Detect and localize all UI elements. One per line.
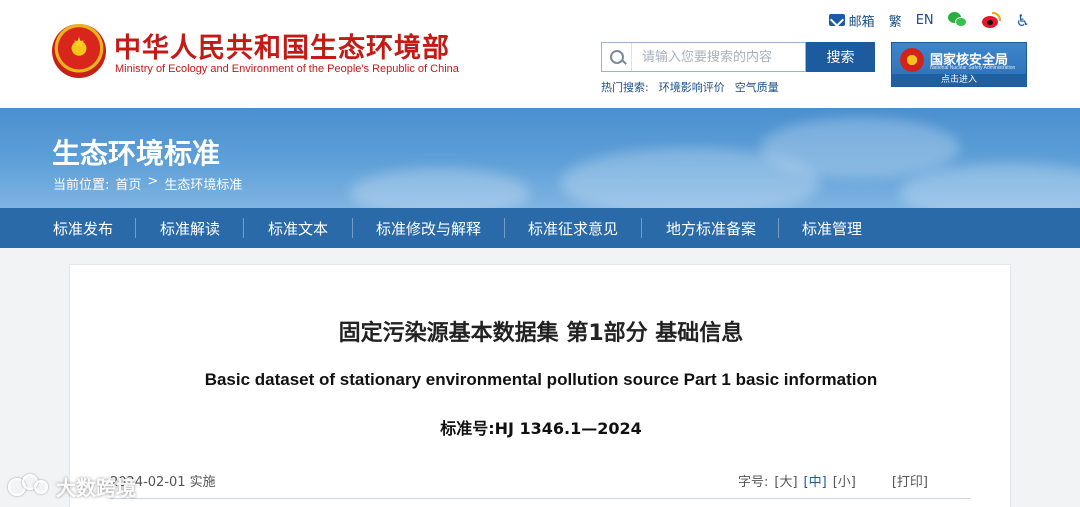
nav-item-local-filing[interactable]: 地方标准备案	[666, 208, 756, 248]
search-icon	[602, 43, 632, 71]
nav-item-management[interactable]: 标准管理	[802, 208, 862, 248]
hot-search: 热门搜索: 环境影响评价 空气质量	[601, 79, 779, 95]
nsa-emblem-icon	[900, 48, 924, 72]
breadcrumb-separator: >	[147, 174, 159, 189]
section-title: 生态环境标准	[52, 137, 221, 170]
standard-number: 标准号:HJ 1346.1—2024	[440, 419, 642, 438]
english-link[interactable]: EN	[916, 13, 934, 28]
accessibility-icon[interactable]: ♿	[1016, 11, 1030, 30]
breadcrumb-current[interactable]: 生态环境标准	[164, 174, 242, 193]
nav-item-amendments[interactable]: 标准修改与解释	[376, 208, 481, 248]
search-button[interactable]: 搜索	[806, 42, 875, 72]
watermark-logo-icon	[8, 473, 50, 500]
main-nav: 标准发布 标准解读 标准文本 标准修改与解释 标准征求意见 地方标准备案 标准管…	[0, 208, 1080, 248]
nav-item-consultation[interactable]: 标准征求意见	[528, 208, 618, 248]
nsa-subtitle: National Nuclear Safety Administration	[930, 65, 1016, 71]
divider	[110, 498, 970, 499]
breadcrumb: 当前位置: 首页 > 生态环境标准	[53, 174, 242, 193]
site-title[interactable]: 中华人民共和国生态环境部	[114, 26, 450, 65]
national-emblem-icon[interactable]: ★	[52, 24, 106, 78]
hot-search-item[interactable]: 空气质量	[735, 79, 779, 95]
document-title-en: Basic dataset of stationary environmenta…	[204, 370, 878, 389]
watermark: 大数跨境	[8, 472, 136, 501]
nsa-banner-link[interactable]: 国家核安全局 National Nuclear Safety Administr…	[891, 42, 1027, 87]
weibo-icon[interactable]	[981, 12, 1002, 28]
mail-link[interactable]: 邮箱	[828, 11, 875, 30]
site-subtitle: Ministry of Ecology and Environment of t…	[115, 63, 459, 75]
search-box	[601, 42, 806, 72]
nav-item-interpretation[interactable]: 标准解读	[160, 208, 220, 248]
nsa-enter-label: 点击进入	[892, 74, 1026, 86]
mail-icon	[828, 14, 845, 26]
mail-label: 邮箱	[848, 14, 875, 30]
search-input[interactable]	[632, 44, 800, 70]
site-header: ★ 中华人民共和国生态环境部 Ministry of Ecology and E…	[0, 0, 1080, 108]
font-medium-button[interactable]: [中]	[804, 471, 827, 490]
nav-item-text[interactable]: 标准文本	[268, 208, 328, 248]
traditional-chinese-link[interactable]: 繁	[889, 11, 902, 30]
document-tools: 字号: [大] [中] [小] [打印]	[738, 471, 928, 490]
font-large-button[interactable]: [大]	[774, 471, 797, 490]
hot-search-label: 热门搜索:	[601, 81, 649, 94]
breadcrumb-home[interactable]: 首页	[115, 174, 141, 193]
wechat-icon[interactable]	[947, 12, 968, 28]
breadcrumb-label: 当前位置:	[53, 178, 110, 193]
section-banner: 生态环境标准 当前位置: 首页 > 生态环境标准	[0, 108, 1080, 208]
font-small-button[interactable]: [小]	[833, 471, 856, 490]
watermark-text: 大数跨境	[56, 476, 136, 500]
document-title: 固定污染源基本数据集 第1部分 基础信息	[338, 321, 744, 346]
hot-search-item[interactable]: 环境影响评价	[659, 79, 725, 95]
print-button[interactable]: [打印]	[892, 471, 928, 490]
top-links: 邮箱 繁 EN ♿	[828, 10, 1030, 30]
document-card: 固定污染源基本数据集 第1部分 基础信息 Basic dataset of st…	[69, 264, 1011, 507]
nav-item-release[interactable]: 标准发布	[53, 208, 113, 248]
font-size-label: 字号:	[738, 475, 769, 490]
